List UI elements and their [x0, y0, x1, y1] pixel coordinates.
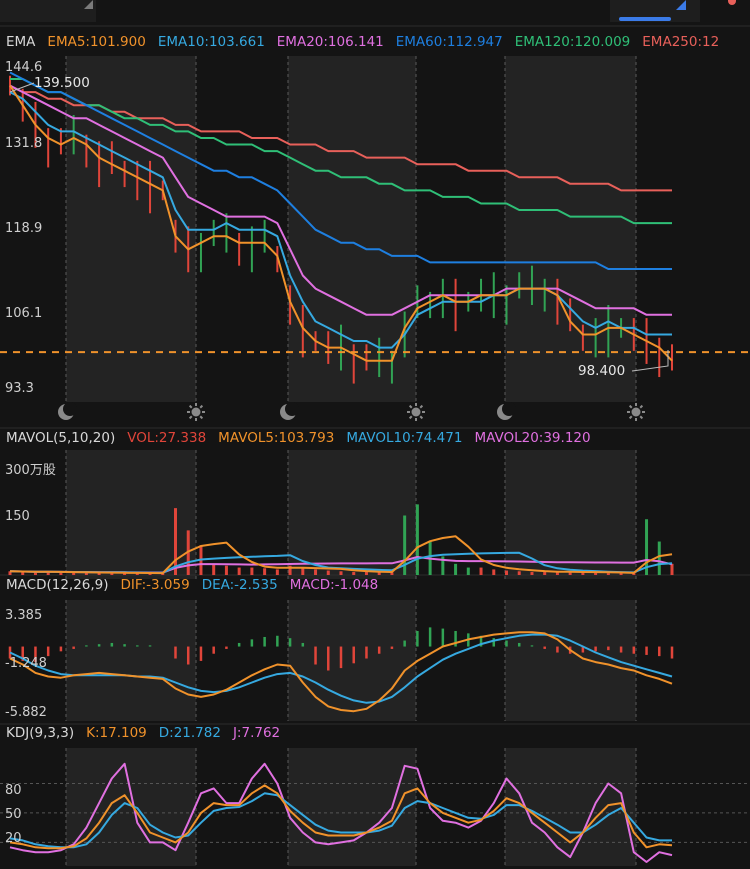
session-band: [636, 56, 676, 402]
ema5-label: EMA5:101.900: [47, 34, 146, 50]
ema60-label: EMA60:112.947: [395, 34, 503, 50]
price-axis-label: 106.1: [5, 306, 43, 321]
toolbar-left-dropdown[interactable]: [0, 0, 96, 22]
dropdown-arrow-icon[interactable]: [676, 0, 686, 10]
ema-legend: EMA EMA5:101.900 EMA10:103.661 EMA20:106.14…: [6, 34, 731, 54]
kdj-axis-label: 20: [5, 831, 22, 846]
price-axis-label: 144.6: [5, 60, 43, 75]
k-label: K:17.109: [86, 725, 147, 741]
session-band: [416, 56, 505, 402]
ema-legend-title: EMA: [6, 34, 36, 50]
dif-label: DIF:-3.059: [120, 577, 190, 593]
macd-axis-label: 3.385: [5, 608, 43, 623]
high-price-label: 139.500: [34, 75, 90, 91]
d-label: D:21.782: [158, 725, 221, 741]
macd-value-label: MACD:-1.048: [289, 577, 379, 593]
price-axis-label: 93.3: [5, 381, 34, 396]
mavol-legend: MAVOL(5,10,20) VOL:27.338 MAVOL5:103.793 MA…: [6, 430, 603, 450]
volume-axis-label: 300万股: [5, 463, 56, 478]
macd-legend-title: MACD(12,26,9): [6, 577, 109, 593]
session-band: [66, 600, 196, 721]
kdj-axis-label: 80: [5, 783, 22, 798]
j-label: J:7.762: [232, 725, 281, 741]
kdj-legend-title: KDJ(9,3,3): [6, 725, 75, 741]
session-band: [288, 748, 416, 866]
sun-icon: [187, 403, 205, 421]
session-band: [636, 748, 676, 866]
mavol5-label: MAVOL5:103.793: [218, 430, 335, 446]
low-price-label: 98.400: [578, 363, 626, 379]
ema20-label: EMA20:106.141: [276, 34, 384, 50]
mavol-legend-title: MAVOL(5,10,20): [6, 430, 116, 446]
kdj-axis-label: 50: [5, 807, 22, 822]
session-band: [636, 600, 676, 721]
mavol10-label: MAVOL10:74.471: [346, 430, 463, 446]
session-band: [196, 600, 288, 721]
sun-icon: [627, 403, 645, 421]
vol-label: VOL:27.338: [127, 430, 207, 446]
session-band: [505, 56, 636, 402]
session-band: [288, 600, 416, 721]
price-axis-label: 131.8: [5, 136, 43, 151]
active-indicator: [619, 17, 671, 21]
ema250-label: EMA250:12: [642, 34, 720, 50]
price-axis-label: 118.9: [5, 221, 43, 236]
dea-label: DEA:-2.535: [201, 577, 278, 593]
sun-icon: [407, 403, 425, 421]
kdj-legend: KDJ(9,3,3) K:17.109 D:21.782 J:7.762: [6, 725, 292, 745]
session-band: [288, 450, 416, 579]
mavol20-label: MAVOL20:39.120: [474, 430, 591, 446]
session-band: [416, 600, 505, 721]
ema10-label: EMA10:103.661: [157, 34, 265, 50]
macd-axis-label: -5.882: [5, 705, 47, 720]
ema120-label: EMA120:120.009: [514, 34, 631, 50]
session-band: [636, 450, 676, 579]
session-band: [505, 450, 636, 579]
macd-axis-label: -1.248: [5, 656, 47, 671]
volume-axis-label: 150: [5, 509, 30, 524]
dropdown-arrow-icon[interactable]: [84, 0, 93, 9]
macd-legend: MACD(12,26,9) DIF:-3.059 DEA:-2.535 MACD:-1…: [6, 577, 390, 597]
